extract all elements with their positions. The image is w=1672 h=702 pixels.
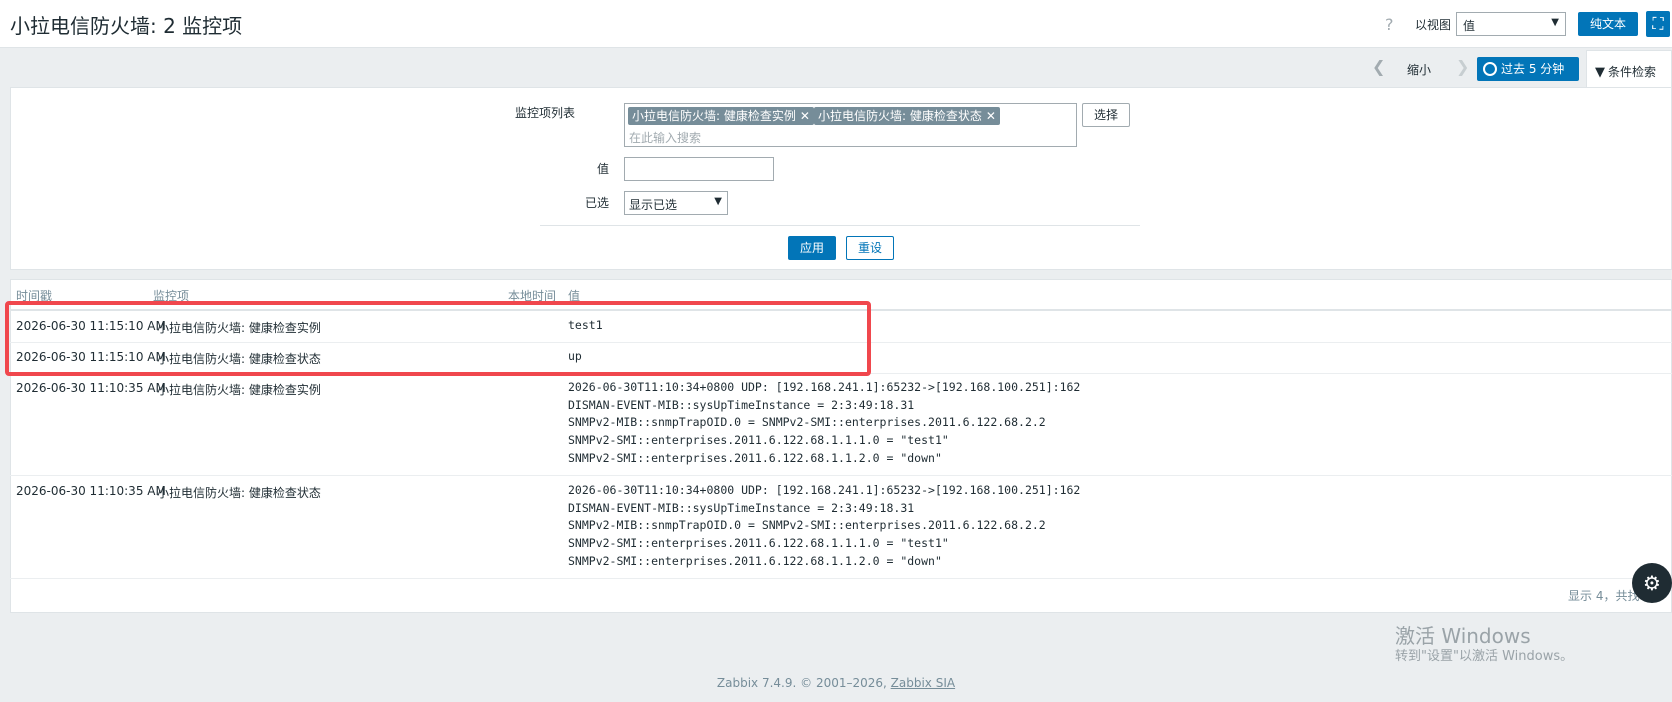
selected-select-value: 显示已选 xyxy=(629,198,678,212)
row-divider xyxy=(10,475,1672,476)
items-multiselect[interactable]: 小拉电信防火墙: 健康检查实例 ✕ 小拉电信防火墙: 健康检查状态 ✕ 在此输入搜索 xyxy=(624,103,1077,147)
highlight-box xyxy=(5,301,871,376)
copyright: Zabbix 7.4.9. © 2001–2026, Zabbix SIA xyxy=(0,676,1672,690)
row-value: 2026-06-30T11:10:34+0800 UDP: [192.168.2… xyxy=(568,483,1081,568)
clock-icon xyxy=(1483,62,1497,76)
chevron-left-icon[interactable]: ❮ xyxy=(1372,57,1385,76)
copyright-text: Zabbix 7.4.9. © 2001–2026, xyxy=(716,676,891,690)
value-label: 值 xyxy=(596,162,609,176)
filter-icon: ▼ xyxy=(1595,65,1605,80)
tab-filter[interactable]: ▼ 条件检索 xyxy=(1586,50,1672,88)
value-input[interactable] xyxy=(624,157,774,181)
chevron-down-icon: ▼ xyxy=(1551,17,1559,28)
filter-tab-label: 条件检索 xyxy=(1608,65,1657,79)
view-label: 以视图 xyxy=(1415,18,1452,32)
time-period-button[interactable]: 过去 5 分钟 xyxy=(1477,57,1579,81)
item-chip-label: 小拉电信防火墙: 健康检查状态 xyxy=(818,109,982,123)
row-item[interactable]: 小拉电信防火墙: 健康检查实例 xyxy=(157,381,321,398)
item-chip: 小拉电信防火墙: 健康检查状态 ✕ xyxy=(814,107,1000,125)
activation-watermark-subtitle: 转到"设置"以激活 Windows。 xyxy=(1395,649,1574,664)
selected-select[interactable]: 显示已选 ▼ xyxy=(624,191,728,215)
search-placeholder[interactable]: 在此输入搜索 xyxy=(629,129,701,146)
page-title: 小拉电信防火墙: 2 监控项 xyxy=(10,14,243,38)
zoom-out-button[interactable]: 缩小 xyxy=(1407,61,1431,78)
time-period-label: 过去 5 分钟 xyxy=(1501,62,1565,76)
row-item[interactable]: 小拉电信防火墙: 健康检查状态 xyxy=(157,484,321,501)
row-value: 2026-06-30T11:10:34+0800 UDP: [192.168.2… xyxy=(568,380,1081,465)
chevron-right-icon[interactable]: ❯ xyxy=(1456,57,1469,76)
view-select[interactable]: 值 ▼ xyxy=(1456,12,1566,36)
row-timestamp: 2026-06-30 11:10:35 AM xyxy=(16,381,166,395)
apply-button[interactable]: 应用 xyxy=(788,236,836,260)
reset-button[interactable]: 重设 xyxy=(846,236,894,260)
help-icon[interactable]: ? xyxy=(1385,15,1394,34)
close-icon[interactable]: ✕ xyxy=(800,109,810,123)
item-chip-label: 小拉电信防火墙: 健康检查实例 xyxy=(632,109,796,123)
items-label: 监控项列表 xyxy=(514,106,575,120)
view-select-value: 值 xyxy=(1463,19,1476,33)
selected-label: 已选 xyxy=(584,196,609,210)
zabbix-link[interactable]: Zabbix SIA xyxy=(891,676,955,690)
chevron-down-icon: ▼ xyxy=(714,196,722,207)
fullscreen-icon[interactable]: ⛶ xyxy=(1646,11,1670,37)
row-timestamp: 2026-06-30 11:10:35 AM xyxy=(16,484,166,498)
close-icon[interactable]: ✕ xyxy=(986,109,996,123)
result-count: 显示 4，共找 xyxy=(1568,589,1640,603)
select-button[interactable]: 选择 xyxy=(1082,103,1130,127)
page-header: 小拉电信防火墙: 2 监控项 ? 以视图 值 ▼ 纯文本 ⛶ xyxy=(0,0,1672,48)
filter-divider xyxy=(540,225,1140,226)
plain-text-button[interactable]: 纯文本 xyxy=(1578,12,1638,36)
gear-icon[interactable]: ⚙ xyxy=(1632,563,1672,603)
item-chip: 小拉电信防火墙: 健康检查实例 ✕ xyxy=(628,107,814,125)
row-divider xyxy=(10,578,1672,579)
